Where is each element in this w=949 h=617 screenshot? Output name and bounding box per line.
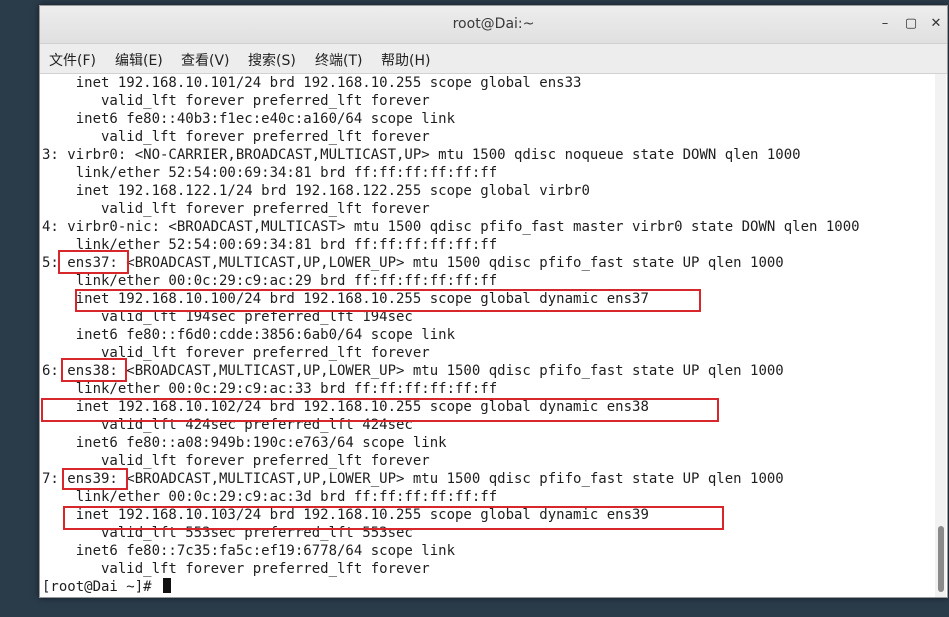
terminal-output[interactable]: inet 192.168.10.101/24 brd 192.168.10.25… xyxy=(40,74,935,597)
terminal-line: inet6 fe80::7c35:fa5c:ef19:6778/64 scope… xyxy=(42,543,456,559)
menu-search[interactable]: 搜索(S) xyxy=(248,50,296,70)
menu-help[interactable]: 帮助(H) xyxy=(381,50,430,70)
terminal-line: valid_lft forever preferred_lft forever xyxy=(42,129,430,145)
terminal-line: inet6 fe80::a08:949b:190c:e763/64 scope … xyxy=(42,435,447,451)
terminal-line: 5: ens37: <BROADCAST,MULTICAST,UP,LOWER_… xyxy=(42,255,784,271)
terminal-line: inet6 fe80::f6d0:cdde:3856:6ab0/64 scope… xyxy=(42,327,456,343)
terminal-line: link/ether 00:0c:29:c9:ac:33 brd ff:ff:f… xyxy=(42,381,498,397)
maximize-button[interactable]: ▢ xyxy=(900,14,922,36)
highlight-ens37-name xyxy=(58,250,129,274)
terminal-window: root@Dai:~ – ▢ ✕ 文件(F) 编辑(E) 查看(V) 搜索(S)… xyxy=(39,5,948,598)
close-button[interactable]: ✕ xyxy=(925,14,947,36)
highlight-ens38-inet xyxy=(41,398,719,422)
terminal-line: inet 192.168.122.1/24 brd 192.168.122.25… xyxy=(42,183,590,199)
terminal-prompt-line[interactable]: [root@Dai ~]# xyxy=(42,578,172,596)
terminal-line: link/ether 00:0c:29:c9:ac:3d brd ff:ff:f… xyxy=(42,489,498,505)
terminal-line: 3: virbr0: <NO-CARRIER,BROADCAST,MULTICA… xyxy=(42,147,801,163)
terminal-line: valid_lft forever preferred_lft forever xyxy=(42,561,430,577)
terminal-line: 4: virbr0-nic: <BROADCAST,MULTICAST> mtu… xyxy=(42,219,860,235)
terminal-line: inet6 fe80::40b3:f1ec:e40c:a160/64 scope… xyxy=(42,111,456,127)
terminal-line: inet 192.168.10.101/24 brd 192.168.10.25… xyxy=(42,75,582,91)
terminal-line: 7: ens39: <BROADCAST,MULTICAST,UP,LOWER_… xyxy=(42,471,784,487)
terminal-line: link/ether 52:54:00:69:34:81 brd ff:ff:f… xyxy=(42,165,498,181)
scrollbar-thumb[interactable] xyxy=(938,526,944,592)
terminal-line: link/ether 00:0c:29:c9:ac:29 brd ff:ff:f… xyxy=(42,273,498,289)
menu-terminal[interactable]: 终端(T) xyxy=(315,50,362,70)
minimize-button[interactable]: – xyxy=(874,14,896,36)
text-cursor xyxy=(163,578,172,593)
highlight-ens39-inet xyxy=(63,506,724,530)
terminal-line: valid_lft forever preferred_lft forever xyxy=(42,201,430,217)
terminal-line: 6: ens38: <BROADCAST,MULTICAST,UP,LOWER_… xyxy=(42,363,784,379)
menu-file[interactable]: 文件(F) xyxy=(49,50,96,70)
scrollbar[interactable] xyxy=(935,74,946,597)
highlight-ens38-name xyxy=(61,358,127,382)
menu-view[interactable]: 查看(V) xyxy=(181,50,230,70)
menu-edit[interactable]: 编辑(E) xyxy=(115,50,163,70)
terminal-line: valid_lft forever preferred_lft forever xyxy=(42,93,430,109)
title-bar[interactable]: root@Dai:~ – ▢ ✕ xyxy=(40,6,947,44)
window-title: root@Dai:~ xyxy=(452,16,535,32)
highlight-ens39-name xyxy=(62,468,128,490)
menu-bar: 文件(F) 编辑(E) 查看(V) 搜索(S) 终端(T) 帮助(H) xyxy=(40,44,947,74)
highlight-ens37-inet xyxy=(75,289,701,312)
shell-prompt: [root@Dai ~]# xyxy=(42,579,161,595)
